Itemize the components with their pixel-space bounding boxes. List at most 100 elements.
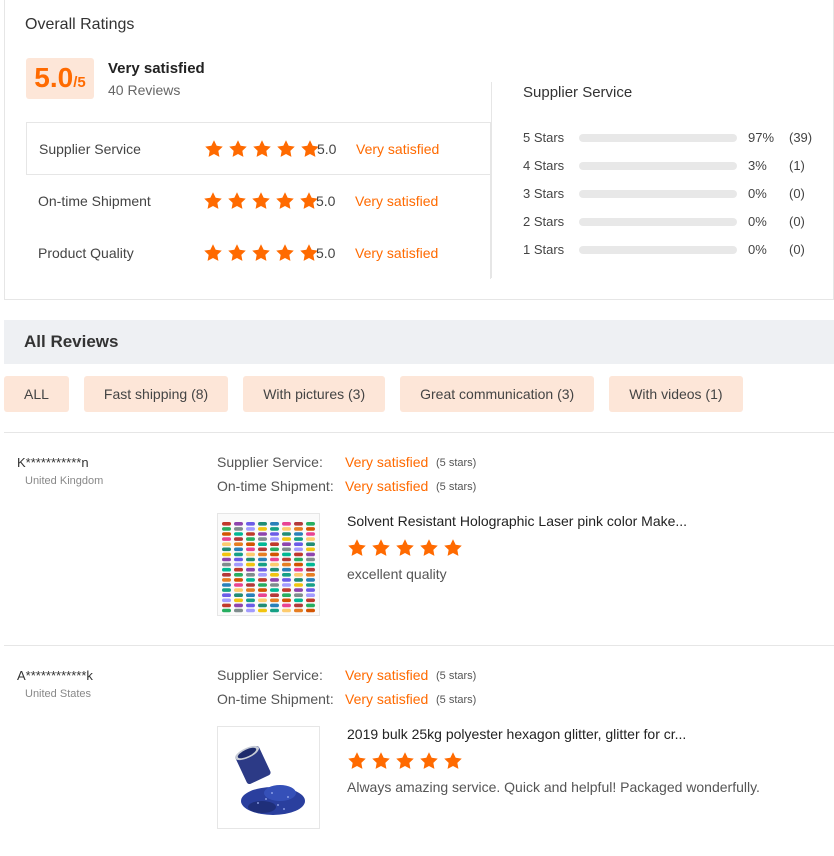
color-swatch bbox=[222, 603, 231, 608]
color-swatch bbox=[246, 598, 255, 603]
color-swatch bbox=[222, 562, 231, 567]
overall-ratings-title: Overall Ratings bbox=[25, 16, 135, 33]
color-swatch bbox=[282, 598, 291, 603]
color-swatch bbox=[234, 527, 243, 531]
reviewer-country: United States bbox=[25, 688, 92, 700]
product-thumbnail[interactable] bbox=[217, 726, 320, 829]
distribution-bar bbox=[579, 218, 737, 226]
color-swatch bbox=[222, 547, 231, 552]
rating-row-product-quality[interactable]: Product Quality 5.0 Very satisfied bbox=[26, 227, 491, 279]
color-swatch bbox=[270, 562, 279, 567]
color-swatch bbox=[294, 608, 303, 613]
product-thumbnail[interactable] bbox=[217, 513, 320, 616]
color-swatch bbox=[258, 537, 267, 541]
star-icon bbox=[227, 243, 247, 263]
shipment-value: Very satisfied bbox=[345, 478, 429, 494]
overall-score-badge: 5.0 /5 bbox=[26, 58, 94, 99]
distribution-percent: 3% bbox=[748, 158, 767, 173]
color-swatch bbox=[270, 527, 279, 531]
star-icon bbox=[203, 243, 223, 263]
supplier-service-stars: (5 stars) bbox=[436, 457, 477, 469]
supplier-service-stars: (5 stars) bbox=[436, 670, 477, 682]
product-title-link[interactable]: 2019 bulk 25kg polyester hexagon glitter… bbox=[347, 726, 686, 742]
distribution-row-1[interactable]: 1 Stars 0% (0) bbox=[523, 240, 823, 260]
color-swatch bbox=[306, 567, 315, 572]
reviewer-name: A************k bbox=[17, 668, 93, 683]
color-swatch bbox=[294, 583, 303, 587]
shipment-label: On-time Shipment: bbox=[217, 478, 334, 494]
distribution-row-5[interactable]: 5 Stars 97% (39) bbox=[523, 128, 823, 148]
color-swatch bbox=[294, 542, 303, 546]
star-icon bbox=[203, 191, 223, 211]
star-icon bbox=[347, 751, 367, 771]
color-swatch bbox=[222, 598, 231, 603]
supplier-service-value: Very satisfied bbox=[345, 454, 429, 470]
color-swatch bbox=[246, 537, 255, 541]
color-swatch bbox=[270, 532, 279, 536]
color-swatch bbox=[270, 583, 279, 587]
filter-fast-shipping[interactable]: Fast shipping (8) bbox=[83, 376, 229, 412]
color-swatch bbox=[306, 583, 315, 587]
star-icon bbox=[443, 538, 463, 558]
color-swatch bbox=[294, 593, 303, 597]
color-swatch bbox=[294, 573, 303, 577]
reviewer-name: K***********n bbox=[17, 455, 89, 470]
color-swatch bbox=[234, 552, 243, 557]
color-swatch bbox=[246, 608, 255, 613]
color-swatch bbox=[234, 598, 243, 603]
color-swatch bbox=[306, 578, 315, 582]
review-comment: excellent quality bbox=[347, 566, 447, 582]
product-title-link[interactable]: Solvent Resistant Holographic Laser pink… bbox=[347, 513, 687, 529]
category-ratings-table: Supplier Service 5.0 Very satisfied On-t… bbox=[26, 122, 491, 279]
distribution-bar bbox=[579, 246, 737, 254]
filter-with-pictures[interactable]: With pictures (3) bbox=[243, 376, 386, 412]
color-swatch bbox=[222, 537, 231, 541]
color-swatch bbox=[270, 603, 279, 608]
star-icon bbox=[275, 191, 295, 211]
filter-with-videos[interactable]: With videos (1) bbox=[609, 376, 743, 412]
shipment-label: On-time Shipment: bbox=[217, 691, 334, 707]
rating-row-label: Product Quality bbox=[38, 245, 134, 261]
color-swatch bbox=[282, 532, 291, 536]
color-swatch bbox=[282, 608, 291, 613]
color-swatch bbox=[270, 547, 279, 552]
rating-row-label: Supplier Service bbox=[39, 140, 141, 157]
color-swatch bbox=[234, 583, 243, 587]
rating-row-supplier-service[interactable]: Supplier Service 5.0 Very satisfied bbox=[26, 123, 491, 175]
all-reviews-title: All Reviews bbox=[24, 332, 119, 351]
color-swatch bbox=[222, 608, 231, 613]
distribution-row-2[interactable]: 2 Stars 0% (0) bbox=[523, 212, 823, 232]
color-swatch bbox=[282, 537, 291, 541]
color-swatch bbox=[246, 562, 255, 567]
color-swatch bbox=[306, 557, 315, 562]
color-swatch bbox=[258, 603, 267, 608]
rating-row-on-time-shipment[interactable]: On-time Shipment 5.0 Very satisfied bbox=[26, 175, 491, 227]
distribution-percent: 0% bbox=[748, 214, 767, 229]
distribution-label: 4 Stars bbox=[523, 158, 565, 173]
color-swatch bbox=[294, 532, 303, 536]
overall-score-max: /5 bbox=[73, 74, 86, 91]
overall-score: 5.0 bbox=[34, 62, 74, 93]
color-swatch bbox=[306, 522, 315, 526]
filter-all[interactable]: ALL bbox=[4, 376, 69, 412]
color-swatch bbox=[294, 603, 303, 608]
color-swatch bbox=[270, 588, 279, 592]
color-swatch bbox=[282, 588, 291, 592]
shipment-value: Very satisfied bbox=[345, 691, 429, 707]
distribution-row-4[interactable]: 4 Stars 3% (1) bbox=[523, 156, 823, 176]
color-swatch bbox=[282, 578, 291, 582]
color-swatch bbox=[222, 567, 231, 572]
color-swatch bbox=[282, 583, 291, 587]
color-swatch bbox=[222, 542, 231, 546]
supplier-service-value: Very satisfied bbox=[345, 667, 429, 683]
star-icon bbox=[228, 139, 248, 159]
distribution-row-3[interactable]: 3 Stars 0% (0) bbox=[523, 184, 823, 204]
color-swatch bbox=[258, 522, 267, 526]
color-swatch bbox=[258, 552, 267, 557]
color-swatch bbox=[234, 522, 243, 526]
color-swatch bbox=[222, 557, 231, 562]
color-chart-image bbox=[218, 514, 319, 615]
filter-great-communication[interactable]: Great communication (3) bbox=[400, 376, 595, 412]
color-swatch bbox=[294, 557, 303, 562]
color-swatch bbox=[246, 578, 255, 582]
